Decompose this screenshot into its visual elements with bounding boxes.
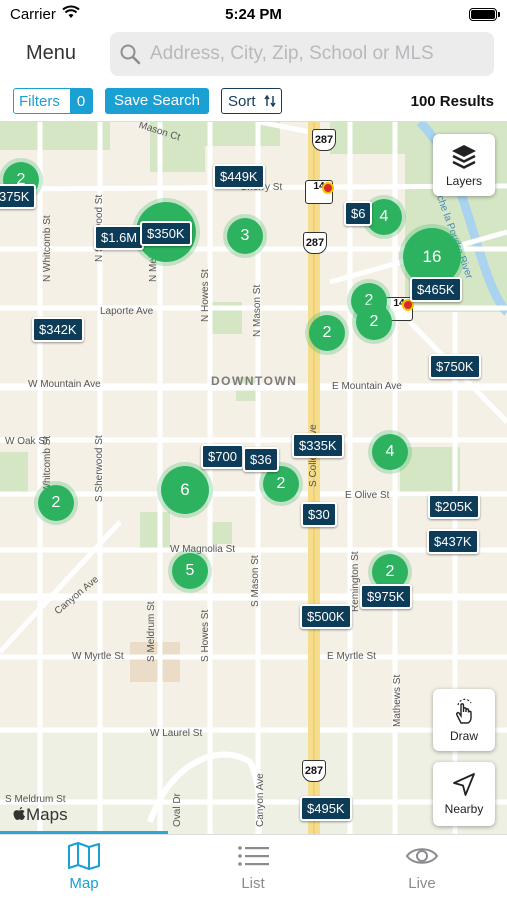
price-pin[interactable]: $449K <box>213 164 265 189</box>
map-cluster[interactable]: 2 <box>38 485 74 521</box>
draw-label: Draw <box>449 729 478 743</box>
price-pin[interactable]: $495K <box>300 796 352 821</box>
price-pin[interactable]: $342K <box>32 317 84 342</box>
layers-label: Layers <box>445 174 483 188</box>
street-label: W Laurel St <box>150 728 203 739</box>
top-bar: Menu Address, City, Zip, School or MLS <box>0 30 507 78</box>
map-cluster[interactable]: 5 <box>172 553 208 589</box>
results-count: 100 Results <box>410 93 494 110</box>
price-pin[interactable]: $500K <box>300 604 352 629</box>
street-label: E Myrtle St <box>327 651 376 662</box>
hand-pointer-icon <box>456 698 472 724</box>
price-pin[interactable]: $36 <box>243 447 279 472</box>
list-icon <box>238 846 269 866</box>
tab-map-label: Map <box>69 875 99 892</box>
street-label: E Olive St <box>345 490 390 501</box>
eye-icon <box>405 848 439 864</box>
price-pin[interactable]: $750K <box>429 354 481 379</box>
battery-icon <box>469 8 500 21</box>
street-label: E Mountain Ave <box>332 381 402 392</box>
filters-button[interactable]: Filters 0 <box>13 88 93 114</box>
street-label: Canyon Ave <box>255 773 266 827</box>
search-icon <box>120 44 141 65</box>
price-pin[interactable]: $975K <box>360 584 412 609</box>
map-cluster[interactable]: 4 <box>372 434 408 470</box>
street-label: W Mountain Ave <box>28 379 101 390</box>
route-287-shield: 287 <box>302 760 326 782</box>
clock: 5:24 PM <box>225 6 282 23</box>
sort-label: Sort <box>228 93 256 110</box>
route-14-shield: 14 <box>305 180 333 204</box>
map-cluster[interactable]: 2 <box>309 315 345 351</box>
filter-bar: Filters 0 Save Search Sort 100 Results <box>0 86 507 118</box>
location-arrow-icon <box>453 773 475 796</box>
price-pin[interactable]: $335K <box>292 433 344 458</box>
street-label: S Sherwood St <box>94 435 105 502</box>
street-label: N Howes St <box>200 269 211 322</box>
street-label: S Howes St <box>200 609 211 662</box>
menu-button[interactable]: Menu <box>26 42 76 65</box>
save-search-button[interactable]: Save Search <box>105 88 209 114</box>
apple-logo-icon <box>13 807 25 820</box>
street-label: N Mason St <box>252 284 263 337</box>
route-287-shield: 287 <box>303 232 327 254</box>
filters-label: Filters <box>19 93 60 110</box>
price-pin[interactable]: $1.6M <box>94 225 145 250</box>
route-287-shield: 287 <box>312 129 336 151</box>
price-pin[interactable]: $465K <box>410 277 462 302</box>
sort-button[interactable]: Sort <box>221 88 282 114</box>
map-icon <box>68 842 100 870</box>
maps-attribution: Maps <box>13 805 68 825</box>
tab-list-label: List <box>241 875 265 892</box>
price-pin[interactable]: 375K <box>0 184 37 209</box>
tab-live[interactable]: Live <box>362 841 482 892</box>
street-label: Oval Dr <box>172 793 183 827</box>
street-label: Mathews St <box>392 674 403 727</box>
price-pin[interactable]: $6 <box>344 201 373 226</box>
street-label: Laporte Ave <box>100 306 154 317</box>
street-label: S Meldrum St <box>5 794 66 805</box>
nearby-button[interactable]: Nearby <box>433 762 495 826</box>
map-cluster[interactable]: 3 <box>227 218 263 254</box>
street-label: S Meldrum St <box>146 601 157 662</box>
tab-map[interactable]: Map <box>24 841 144 892</box>
tab-bar: Map List Live <box>0 834 507 900</box>
street-label: W Magnolia St <box>170 544 236 555</box>
layers-button[interactable]: Layers <box>433 134 495 196</box>
tab-live-label: Live <box>408 875 436 892</box>
draw-button[interactable]: Draw <box>433 689 495 751</box>
street-label: W Myrtle St <box>72 651 124 662</box>
street-label: N Whitcomb St <box>42 215 53 282</box>
map-cluster[interactable]: 6 <box>161 466 209 514</box>
search-input[interactable]: Address, City, Zip, School or MLS <box>110 32 494 76</box>
tab-list[interactable]: List <box>193 841 313 892</box>
status-bar: Carrier 5:24 PM <box>0 0 507 30</box>
map-cluster[interactable]: 2 <box>356 304 392 340</box>
layers-icon <box>452 145 476 169</box>
price-pin[interactable]: $350K <box>140 221 192 246</box>
filters-count-badge: 0 <box>70 89 92 113</box>
price-pin[interactable]: $30 <box>301 502 337 527</box>
sort-arrows-icon <box>264 94 276 108</box>
price-pin[interactable]: $700 <box>201 444 244 469</box>
price-pin[interactable]: $205K <box>428 494 480 519</box>
nearby-label: Nearby <box>444 802 484 816</box>
price-pin[interactable]: $437K <box>427 529 479 554</box>
map-view[interactable]: Mason Ct Cherry St Laporte Ave W Mountai… <box>0 121 507 834</box>
downtown-label: DOWNTOWN <box>211 374 298 388</box>
street-label: S Mason St <box>250 555 261 607</box>
search-placeholder: Address, City, Zip, School or MLS <box>150 43 434 64</box>
